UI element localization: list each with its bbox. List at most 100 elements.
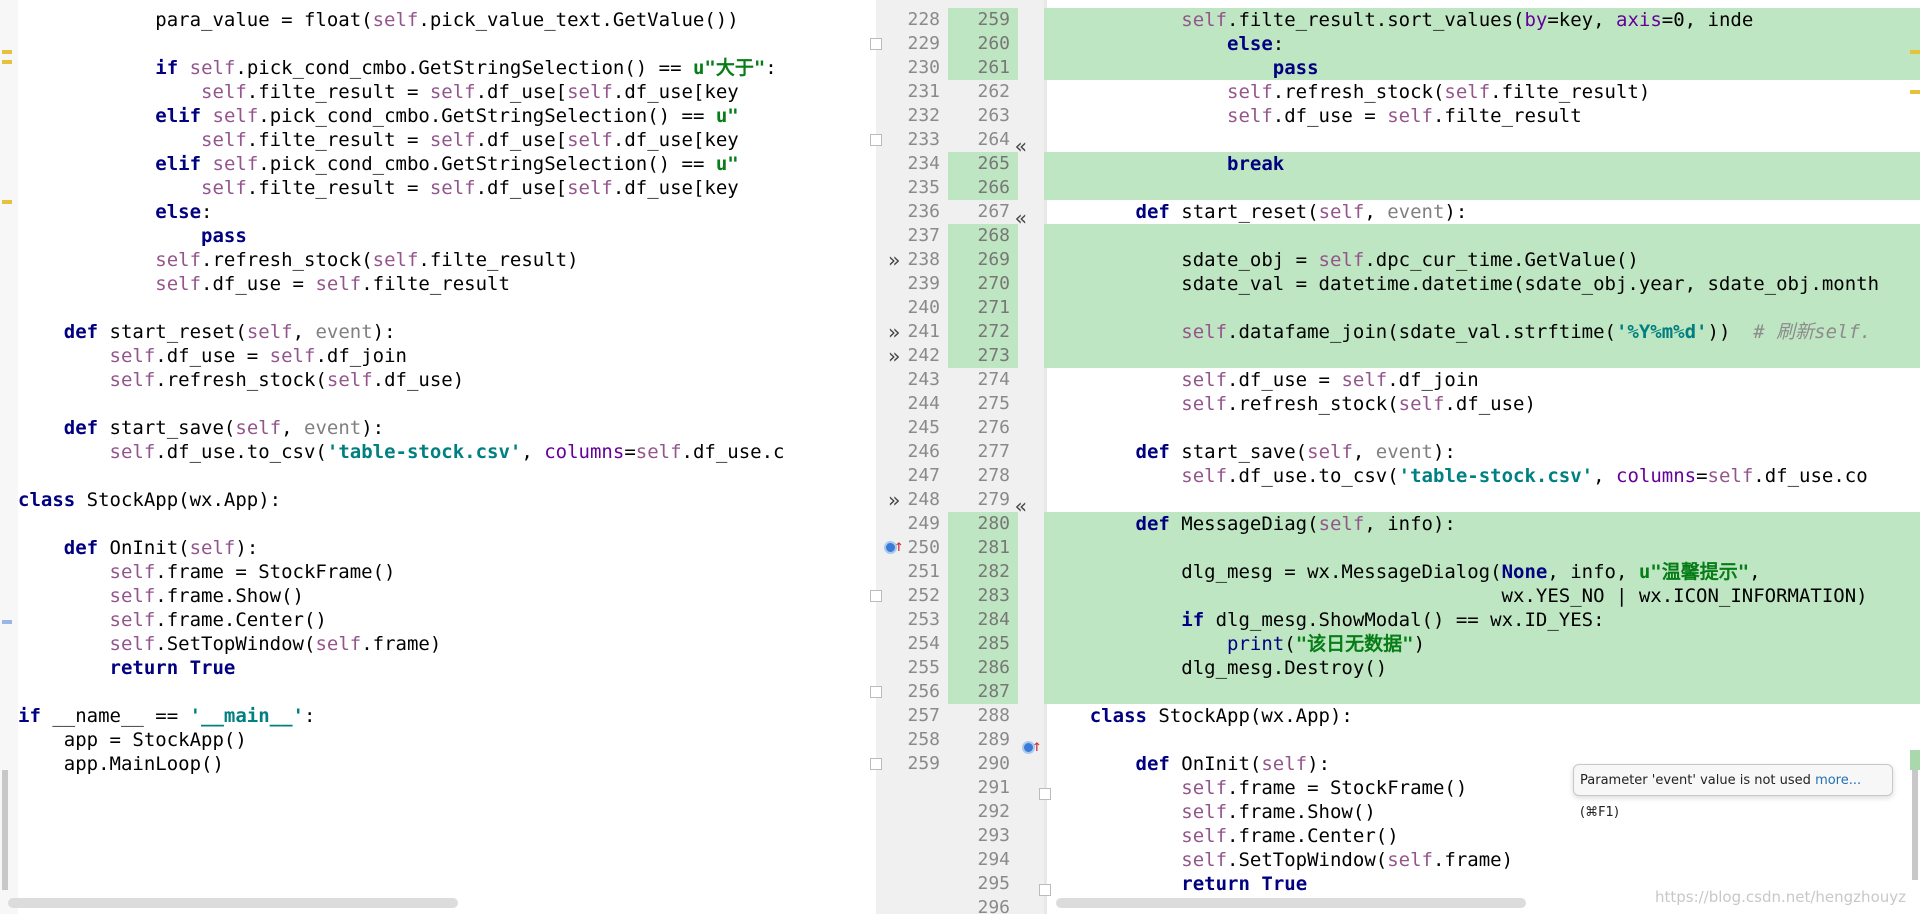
code-line[interactable]: def MessageDiag(self, info): <box>1044 512 1920 536</box>
code-line[interactable] <box>18 464 876 488</box>
code-line[interactable]: self.filte_result = self.df_use[self.df_… <box>18 128 876 152</box>
line-number: 268 <box>948 224 1018 248</box>
code-line[interactable] <box>18 392 876 416</box>
code-line[interactable]: if dlg_mesg.ShowModal() == wx.ID_YES: <box>1044 608 1920 632</box>
line-number: 236 <box>876 200 948 224</box>
code-line[interactable]: wx.YES_NO | wx.ICON_INFORMATION) <box>1044 584 1920 608</box>
line-number: 273 <box>948 344 1018 368</box>
code-line[interactable]: def start_save(self, event): <box>1044 440 1920 464</box>
code-line[interactable]: self.df_use = self.filte_result <box>18 272 876 296</box>
code-line[interactable] <box>18 296 876 320</box>
fold-icon[interactable] <box>870 686 882 698</box>
code-line[interactable]: self.frame.Show() <box>18 584 876 608</box>
code-line[interactable]: elif self.pick_cond_cmbo.GetStringSelect… <box>18 152 876 176</box>
code-line[interactable]: else: <box>1044 32 1920 56</box>
line-number: 254 <box>876 632 948 656</box>
code-line[interactable]: class StockApp(wx.App): <box>1044 704 1920 728</box>
line-number: 247 <box>876 464 948 488</box>
merge-left-arrow-icon[interactable]: « <box>1015 134 1027 158</box>
code-line[interactable] <box>1044 416 1920 440</box>
code-line[interactable]: def start_reset(self, event): <box>18 320 876 344</box>
line-number: 284 <box>948 608 1018 632</box>
right-line-numbers: 259 260 261 262 263 264 265 266 267 268 269 270 271 2… <box>948 8 1018 914</box>
code-line[interactable]: pass <box>1044 56 1920 80</box>
code-line[interactable]: self.filte_result = self.df_use[self.df_… <box>18 80 876 104</box>
right-scroll-thumb[interactable] <box>1912 770 1918 880</box>
code-line[interactable]: self.datafame_join(sdate_val.strftime('%… <box>1044 320 1920 344</box>
code-line[interactable] <box>1044 296 1920 320</box>
left-horizontal-scrollbar[interactable] <box>8 898 458 908</box>
code-line[interactable]: dlg_mesg = wx.MessageDialog(None, info, … <box>1044 560 1920 584</box>
code-line[interactable]: if __name__ == '__main__': <box>18 704 876 728</box>
code-line[interactable]: dlg_mesg.Destroy() <box>1044 656 1920 680</box>
code-line[interactable]: self.df_use.to_csv('table-stock.csv', co… <box>1044 464 1920 488</box>
code-line[interactable]: self.frame.Show() <box>1044 800 1920 824</box>
code-line[interactable]: def start_reset(self, event): <box>1044 200 1920 224</box>
code-line[interactable] <box>1044 128 1920 152</box>
code-line[interactable]: self.frame = StockFrame() <box>18 560 876 584</box>
right-horizontal-scrollbar[interactable] <box>1056 898 1526 908</box>
code-line[interactable]: self.frame.Center() <box>18 608 876 632</box>
fold-icon[interactable] <box>1039 788 1051 800</box>
code-line[interactable]: elif self.pick_cond_cmbo.GetStringSelect… <box>18 104 876 128</box>
code-line[interactable]: self.SetTopWindow(self.frame) <box>18 632 876 656</box>
code-line[interactable] <box>1044 488 1920 512</box>
code-line[interactable] <box>1044 680 1920 704</box>
merge-right-arrow-icon[interactable]: » <box>888 488 900 512</box>
code-line[interactable]: para_value = float(self.pick_value_text.… <box>18 8 876 32</box>
line-number: 278 <box>948 464 1018 488</box>
line-number: 260 <box>948 32 1018 56</box>
fold-icon[interactable] <box>870 134 882 146</box>
line-number: 230 <box>876 56 948 80</box>
code-line[interactable]: print("该日无数据") <box>1044 632 1920 656</box>
fold-icon[interactable] <box>870 758 882 770</box>
code-line[interactable] <box>18 32 876 56</box>
code-line[interactable]: app.MainLoop() <box>18 752 876 776</box>
code-line[interactable] <box>18 512 876 536</box>
code-line[interactable]: self.refresh_stock(self.df_use) <box>18 368 876 392</box>
code-line[interactable]: app = StockApp() <box>18 728 876 752</box>
fold-icon[interactable] <box>1039 884 1051 896</box>
fold-icon[interactable] <box>870 38 882 50</box>
code-line[interactable]: self.refresh_stock(self.filte_result) <box>18 248 876 272</box>
merge-right-arrow-icon[interactable]: » <box>888 344 900 368</box>
code-line[interactable] <box>1044 224 1920 248</box>
fold-icon[interactable] <box>870 590 882 602</box>
code-line[interactable] <box>1044 536 1920 560</box>
code-line[interactable] <box>1044 728 1920 752</box>
code-line[interactable]: pass <box>18 224 876 248</box>
code-line[interactable]: self.refresh_stock(self.filte_result) <box>1044 80 1920 104</box>
code-line[interactable]: self.frame.Center() <box>1044 824 1920 848</box>
code-line[interactable]: class StockApp(wx.App): <box>18 488 876 512</box>
left-editor-pane[interactable]: para_value = float(self.pick_value_text.… <box>0 0 876 914</box>
merge-right-arrow-icon[interactable]: » <box>888 248 900 272</box>
line-number: 286 <box>948 656 1018 680</box>
code-line[interactable]: self.refresh_stock(self.df_use) <box>1044 392 1920 416</box>
code-line[interactable]: self.df_use = self.filte_result <box>1044 104 1920 128</box>
code-line[interactable] <box>1044 344 1920 368</box>
tooltip-more-link[interactable]: more... <box>1815 773 1861 788</box>
code-line[interactable]: if self.pick_cond_cmbo.GetStringSelectio… <box>18 56 876 80</box>
code-line[interactable]: self.df_use.to_csv('table-stock.csv', co… <box>18 440 876 464</box>
code-line[interactable]: self.df_use = self.df_join <box>1044 368 1920 392</box>
code-line[interactable] <box>1044 176 1920 200</box>
right-marker <box>1910 750 1920 770</box>
merge-left-arrow-icon[interactable]: « <box>1015 206 1027 230</box>
code-line[interactable] <box>18 680 876 704</box>
left-scroll-thumb[interactable] <box>2 770 8 890</box>
code-line[interactable]: self.SetTopWindow(self.frame) <box>1044 848 1920 872</box>
merge-left-arrow-icon[interactable]: « <box>1015 494 1027 518</box>
code-line[interactable]: return True <box>18 656 876 680</box>
code-line[interactable]: break <box>1044 152 1920 176</box>
code-line[interactable]: self.df_use = self.df_join <box>18 344 876 368</box>
merge-right-arrow-icon[interactable]: » <box>888 320 900 344</box>
code-line[interactable]: sdate_val = datetime.datetime(sdate_obj.… <box>1044 272 1920 296</box>
code-line[interactable]: def OnInit(self): <box>18 536 876 560</box>
code-line[interactable]: else: <box>18 200 876 224</box>
code-line[interactable]: def start_save(self, event): <box>18 416 876 440</box>
code-line[interactable]: self.filte_result = self.df_use[self.df_… <box>18 176 876 200</box>
line-number: 259 <box>876 752 948 776</box>
left-code-area[interactable]: para_value = float(self.pick_value_text.… <box>18 8 876 776</box>
code-line[interactable]: sdate_obj = self.dpc_cur_time.GetValue() <box>1044 248 1920 272</box>
code-line[interactable]: self.filte_result.sort_values(by=key, ax… <box>1044 8 1920 32</box>
